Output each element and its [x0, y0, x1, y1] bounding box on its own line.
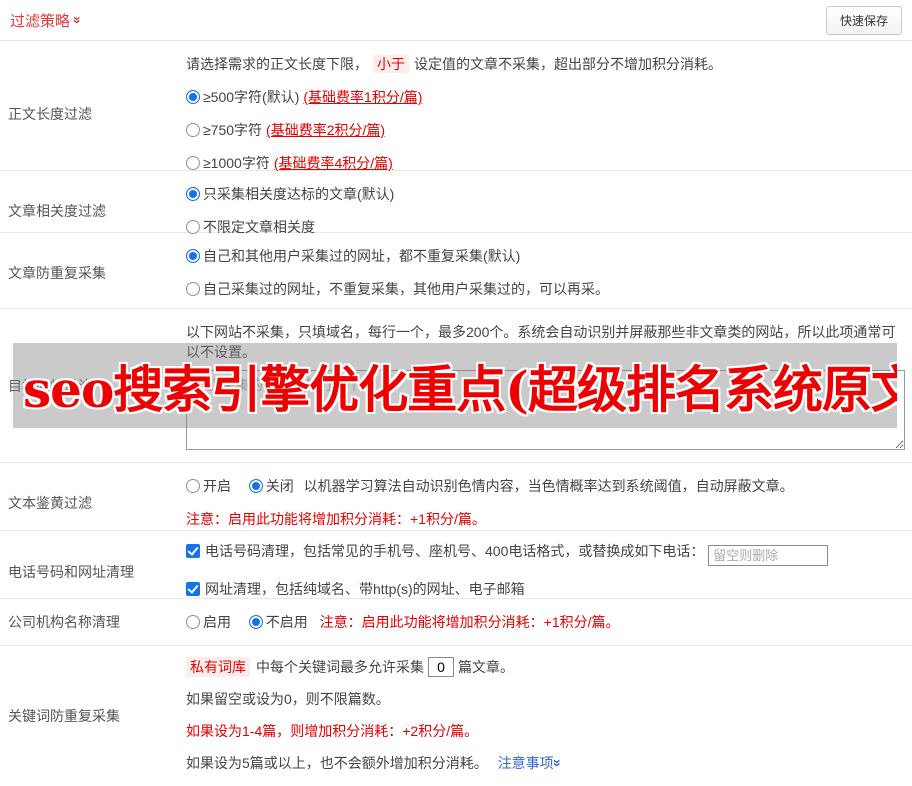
quick-save-button[interactable]: 快速保存	[825, 5, 902, 35]
option-fee: (基础费率2积分/篇)	[266, 122, 386, 138]
checkbox-checked-icon[interactable]	[186, 582, 200, 596]
notice-link-text: 注意事项	[497, 755, 554, 771]
line1-end-text: 篇文章。	[458, 659, 514, 675]
row-site-filter: 目标网站过滤 以下网站不采集，只填域名，每行一个，最多200个。系统会自动识别并…	[0, 309, 912, 463]
line1-mid-text: 中每个关键词最多允许采集	[256, 659, 424, 675]
radio-icon[interactable]	[186, 156, 200, 170]
keyword-dedup-line1: 私有词库中每个关键词最多允许采集 篇文章。	[186, 657, 904, 677]
company-option-enable[interactable]: 启用	[186, 614, 231, 630]
radio-icon[interactable]	[186, 479, 200, 493]
intro-before: 请选择需求的正文长度下限，	[186, 56, 368, 72]
row-keyword-dedup: 关键词防重复采集 私有词库中每个关键词最多允许采集 篇文章。 如果留空或设为0，则…	[0, 646, 912, 771]
url-clean-line: 网址清理，包括纯域名、带http(s)的网址、电子邮箱	[186, 579, 904, 599]
relevance-option-strict[interactable]: 只采集相关度达标的文章(默认)	[186, 184, 904, 204]
line4-text: 如果设为5篇或以上，也不会额外增加积分消耗。	[186, 755, 488, 771]
option-fee: (基础费率1积分/篇)	[303, 89, 423, 105]
radio-icon[interactable]	[186, 615, 200, 629]
site-filter-label: 目标网站过滤	[8, 378, 92, 394]
length-filter-label: 正文长度过滤	[8, 105, 92, 122]
keyword-dedup-line2: 如果留空或设为0，则不限篇数。	[186, 691, 390, 707]
chevron-down-icon: »	[549, 759, 566, 767]
chevron-down-icon: »	[69, 16, 86, 24]
length-option-500[interactable]: ≥500字符(默认) (基础费率1积分/篇)	[186, 87, 904, 107]
phone-clean-checkbox[interactable]: 电话号码清理，包括常见的手机号、座机号、400电话格式，或替换成如下电话：	[186, 543, 704, 559]
site-filter-desc: 以下网站不采集，只填域名，每行一个，最多200个。系统会自动识别并屏蔽那些非文章…	[186, 324, 896, 360]
option-label: 关闭	[265, 478, 294, 494]
max-articles-input[interactable]	[428, 657, 454, 677]
company-clean-note: 注意：启用此功能将增加积分消耗：+1积分/篇。	[319, 614, 620, 630]
option-label: ≥1000字符	[203, 155, 270, 171]
less-than-highlight: 小于	[373, 55, 409, 73]
company-option-disable[interactable]: 不启用	[248, 614, 308, 630]
phone-clean-text: 电话号码清理，包括常见的手机号、座机号、400电话格式，或替换成如下电话：	[205, 543, 705, 559]
radio-selected-icon[interactable]	[248, 479, 263, 493]
url-clean-text: 网址清理，包括纯域名、带http(s)的网址、电子邮箱	[205, 581, 525, 597]
option-label: ≥500字符(默认)	[203, 89, 300, 105]
length-option-750[interactable]: ≥750字符 (基础费率2积分/篇)	[186, 120, 904, 140]
porn-option-on[interactable]: 开启	[186, 478, 231, 494]
porn-option-off[interactable]: 关闭	[248, 478, 294, 494]
keyword-dedup-label: 关键词防重复采集	[8, 708, 120, 724]
option-label: 只采集相关度达标的文章(默认)	[203, 186, 395, 202]
replacement-phone-input[interactable]	[708, 545, 829, 566]
option-label: 启用	[203, 614, 231, 630]
keyword-dedup-line3: 如果设为1-4篇，则增加积分消耗：+2积分/篇。	[186, 723, 479, 739]
page-title-text: 过滤策略	[10, 12, 71, 30]
radio-icon[interactable]	[186, 220, 200, 234]
option-label: 自己采集过的网址，不重复采集，其他用户采集过的，可以再采。	[203, 281, 609, 297]
url-clean-checkbox[interactable]: 网址清理，包括纯域名、带http(s)的网址、电子邮箱	[186, 581, 525, 597]
porn-filter-desc: 以机器学习算法自动识别色情内容，当色情概率达到系统阈值，自动屏蔽文章。	[303, 478, 794, 494]
keyword-dedup-line4: 如果设为5篇或以上，也不会额外增加积分消耗。 注意事项»	[186, 753, 904, 773]
radio-icon[interactable]	[186, 282, 200, 296]
company-clean-label: 公司机构名称清理	[8, 614, 120, 630]
row-length-filter: 正文长度过滤 请选择需求的正文长度下限， 小于 设定值的文章不采集，超出部分不增加积…	[0, 41, 912, 171]
option-label: 开启	[203, 478, 231, 494]
radio-selected-icon[interactable]	[248, 615, 263, 629]
row-phone-url-clean: 电话号码和网址清理 电话号码清理，包括常见的手机号、座机号、400电话格式，或替…	[0, 531, 912, 599]
porn-filter-note: 注意：启用此功能将增加积分消耗：+1积分/篇。	[186, 511, 486, 527]
option-fee: (基础费率4积分/篇)	[273, 155, 393, 171]
porn-filter-options: 开启 关闭 以机器学习算法自动识别色情内容，当色情概率达到系统阈值，自动屏蔽文章…	[186, 476, 904, 496]
row-company-clean: 公司机构名称清理 启用 不启用 注意：启用此功能将增加积分消耗：+1积分/篇。	[0, 599, 912, 646]
option-label: 不启用	[265, 614, 308, 630]
company-clean-options: 启用 不启用 注意：启用此功能将增加积分消耗：+1积分/篇。	[186, 612, 904, 632]
radio-selected-icon[interactable]	[186, 249, 200, 263]
row-relevance-filter: 文章相关度过滤 只采集相关度达标的文章(默认) 不限定文章相关度	[0, 171, 912, 235]
option-label: 自己和其他用户采集过的网址，都不重复采集(默认)	[203, 248, 521, 264]
radio-icon[interactable]	[186, 123, 200, 137]
length-option-1000[interactable]: ≥1000字符 (基础费率4积分/篇)	[186, 153, 904, 173]
row-dedup-filter: 文章防重复采集 自己和其他用户采集过的网址，都不重复采集(默认) 自己采集过的网…	[0, 233, 912, 309]
intro-after: 设定值的文章不采集，超出部分不增加积分消耗。	[414, 56, 722, 72]
checkbox-checked-icon[interactable]	[186, 544, 200, 558]
phone-clean-line: 电话号码清理，包括常见的手机号、座机号、400电话格式，或替换成如下电话：	[186, 541, 904, 566]
radio-selected-icon[interactable]	[186, 187, 200, 201]
blocked-domains-textarea[interactable]	[186, 370, 905, 450]
option-label: ≥750字符	[203, 122, 263, 138]
dedup-option-self-only[interactable]: 自己采集过的网址，不重复采集，其他用户采集过的，可以再采。	[186, 279, 904, 299]
radio-selected-icon[interactable]	[186, 90, 200, 104]
notice-link[interactable]: 注意事项»	[497, 755, 566, 771]
header-bar: 过滤策略 » 快速保存	[0, 0, 912, 41]
page-title[interactable]: 过滤策略 »	[10, 10, 86, 31]
private-lexicon-badge: 私有词库	[186, 657, 250, 677]
length-filter-intro: 请选择需求的正文长度下限， 小于 设定值的文章不采集，超出部分不增加积分消耗。	[186, 54, 904, 74]
dedup-filter-label: 文章防重复采集	[8, 264, 106, 281]
row-porn-filter: 文本鉴黄过滤 开启 关闭 以机器学习算法自动识别色情内容，当色情概率达到系统阈值…	[0, 463, 912, 531]
dedup-option-all-users[interactable]: 自己和其他用户采集过的网址，都不重复采集(默认)	[186, 246, 904, 266]
